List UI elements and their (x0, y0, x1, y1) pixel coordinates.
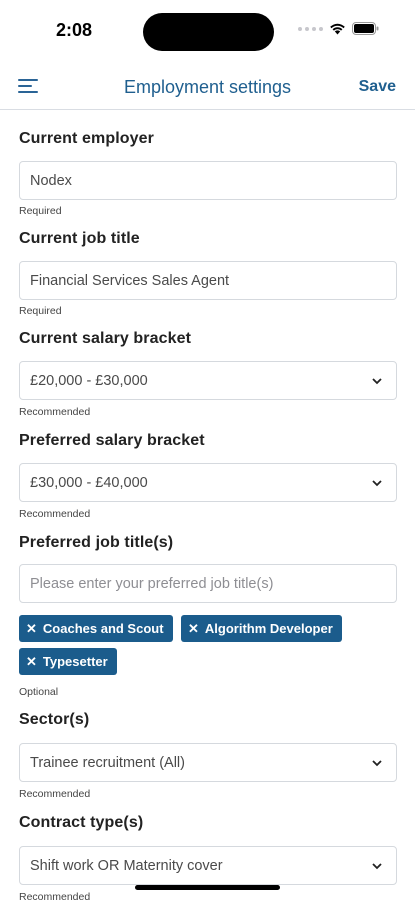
wifi-icon (330, 23, 345, 35)
page-title: Employment settings (123, 77, 292, 97)
chevron-down-icon (372, 760, 382, 767)
close-icon[interactable]: ✕ (188, 621, 199, 637)
current-employer-input[interactable]: Nodex (19, 161, 397, 200)
contract-types-value: Shift work OR Maternity cover (30, 857, 223, 874)
chevron-down-icon (372, 863, 382, 870)
current-job-title-hint: Required (19, 305, 62, 317)
preferred-salary-select[interactable]: £30,000 - £40,000 (19, 463, 397, 502)
nav-bar: Employment settings Save (0, 62, 415, 110)
current-employer-label: Current employer (19, 130, 154, 147)
close-icon[interactable]: ✕ (26, 654, 37, 670)
sectors-field: Sector(s) Trainee recruitment (All) Reco… (19, 711, 397, 800)
sectors-select[interactable]: Trainee recruitment (All) (19, 743, 397, 782)
current-employer-hint: Required (19, 205, 62, 217)
current-salary-field: Current salary bracket £20,000 - £30,000… (19, 330, 397, 418)
home-indicator[interactable] (135, 885, 280, 890)
contract-types-select[interactable]: Shift work OR Maternity cover (19, 846, 397, 885)
contract-types-label: Contract type(s) (19, 814, 144, 831)
chevron-down-icon (372, 480, 382, 487)
close-icon[interactable]: ✕ (26, 621, 37, 637)
current-employer-field: Current employer Nodex Required (19, 130, 397, 217)
cellular-signal-icon (298, 26, 323, 31)
job-title-chip-label: Typesetter (42, 654, 108, 669)
sectors-value: Trainee recruitment (All) (30, 754, 185, 771)
save-button[interactable]: Save (359, 78, 396, 96)
preferred-salary-hint: Recommended (19, 508, 91, 520)
sectors-hint: Recommended (19, 788, 91, 800)
preferred-salary-value: £30,000 - £40,000 (30, 474, 148, 491)
dynamic-island (143, 13, 274, 51)
current-salary-value: £20,000 - £30,000 (30, 372, 148, 389)
job-title-chip[interactable]: ✕ Algorithm Developer (181, 615, 342, 642)
status-time: 2:08 (56, 20, 93, 40)
current-salary-label: Current salary bracket (19, 330, 192, 347)
current-job-title-field: Current job title Financial Services Sal… (19, 230, 397, 317)
current-job-title-label: Current job title (19, 230, 140, 247)
preferred-salary-field: Preferred salary bracket £30,000 - £40,0… (19, 432, 397, 520)
chevron-down-icon (372, 378, 382, 385)
job-title-chip-label: Coaches and Scout (42, 621, 164, 636)
job-title-chip[interactable]: ✕ Typesetter (19, 648, 117, 675)
contract-types-hint: Recommended (19, 891, 91, 900)
current-salary-select[interactable]: £20,000 - £30,000 (19, 361, 397, 400)
sectors-label: Sector(s) (19, 711, 90, 728)
current-job-title-input[interactable]: Financial Services Sales Agent (19, 261, 397, 300)
preferred-job-titles-hint: Optional (19, 686, 59, 698)
status-icons (298, 22, 379, 35)
job-title-chip[interactable]: ✕ Coaches and Scout (19, 615, 173, 642)
preferred-job-titles-field: Preferred job title(s) Please enter your… (19, 534, 397, 698)
status-bar: 2:08 (0, 0, 415, 62)
preferred-job-titles-input[interactable]: Please enter your preferred job title(s) (19, 564, 397, 603)
current-salary-hint: Recommended (19, 406, 91, 418)
contract-types-field: Contract type(s) Shift work OR Maternity… (19, 814, 397, 900)
battery-icon (352, 22, 379, 35)
preferred-salary-label: Preferred salary bracket (19, 432, 205, 449)
job-title-chip-label: Algorithm Developer (204, 621, 333, 636)
preferred-job-titles-label: Preferred job title(s) (19, 534, 174, 551)
